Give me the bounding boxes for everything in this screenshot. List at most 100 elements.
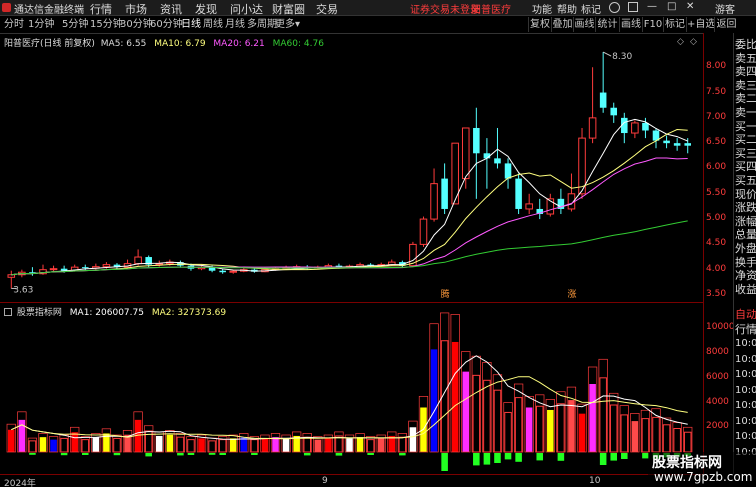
volume-down-segment bbox=[60, 453, 68, 456]
event-mark-left[interactable]: 腾 bbox=[441, 288, 450, 300]
candle-body bbox=[7, 274, 16, 278]
period-multi[interactable]: 多周期 bbox=[247, 17, 277, 32]
tick-time: 10:06 bbox=[735, 353, 756, 365]
volume-down-segment bbox=[29, 453, 36, 455]
app-logo-icon bbox=[2, 3, 11, 12]
volume-bar-body bbox=[641, 418, 650, 453]
candle-body bbox=[673, 143, 681, 146]
volume-bar-body bbox=[356, 437, 364, 452]
minimize-icon[interactable]: — bbox=[647, 1, 657, 12]
volume-bar bbox=[175, 433, 186, 456]
volume-bar-body bbox=[282, 438, 290, 452]
volume-tick: 6000 bbox=[706, 371, 729, 382]
period-monthly[interactable]: 月线 bbox=[225, 17, 245, 32]
price-tick: 6.50 bbox=[706, 137, 727, 148]
tool-tongji[interactable]: 统计 bbox=[595, 17, 619, 32]
menu-caifuquan[interactable]: 财富圈 bbox=[272, 1, 305, 17]
candle bbox=[621, 112, 628, 144]
volume-bar-body bbox=[8, 429, 15, 452]
watermark: 股票指标网 www.7gpzb.com bbox=[648, 452, 756, 486]
menu-wenxiaoda[interactable]: 问小达 bbox=[230, 1, 263, 17]
login-status[interactable]: 证券交易未登录 bbox=[410, 1, 480, 16]
tool-biaoji[interactable]: 标记 bbox=[663, 17, 686, 32]
candle-body bbox=[525, 203, 533, 210]
volume-bar bbox=[556, 391, 566, 461]
volume-down-segment bbox=[483, 453, 491, 465]
volume-down-segment bbox=[536, 453, 544, 461]
price-tick: 4.00 bbox=[706, 263, 727, 274]
price-tick: 6.00 bbox=[706, 162, 727, 173]
watermark-title: 股票指标网 bbox=[652, 455, 722, 471]
user-icon[interactable] bbox=[609, 2, 620, 13]
period-more-arrow-icon[interactable]: ▾ bbox=[295, 17, 300, 32]
candle bbox=[610, 102, 618, 123]
volume-down-segment bbox=[557, 453, 565, 461]
period-5min[interactable]: 5分钟 bbox=[62, 17, 88, 32]
menu-gongneng[interactable]: 功能 bbox=[532, 1, 552, 16]
volume-bar-body bbox=[28, 440, 37, 453]
volume-bar bbox=[91, 433, 101, 453]
period-more[interactable]: 更多 bbox=[275, 17, 295, 32]
guest-label[interactable]: 游客 bbox=[715, 1, 735, 16]
volume-bar bbox=[260, 434, 270, 453]
candle-body bbox=[515, 178, 522, 209]
candle-body bbox=[588, 117, 597, 139]
menu-biaoji[interactable]: 标记 bbox=[581, 1, 601, 16]
tool-back[interactable]: 返回 bbox=[714, 17, 738, 32]
volume-down-segment bbox=[441, 453, 448, 471]
date-label-2024: 2024年 bbox=[4, 479, 36, 487]
quote-tab-label[interactable]: 行情 bbox=[735, 321, 756, 337]
candle-body bbox=[684, 143, 691, 146]
tick-time: 10:06 bbox=[735, 415, 756, 427]
ma5-line bbox=[11, 118, 688, 276]
tool-huaxian[interactable]: 画线 bbox=[573, 17, 595, 32]
menu-jiaoyi[interactable]: 交易 bbox=[316, 1, 338, 17]
menu-faxian[interactable]: 发现 bbox=[195, 1, 217, 17]
tool-f10[interactable]: F10 bbox=[642, 17, 663, 32]
tool-huaxian-2[interactable]: 画线 bbox=[619, 17, 642, 32]
volume-tick: 8000 bbox=[706, 347, 729, 358]
volume-bar bbox=[461, 351, 471, 453]
volume-down-segment bbox=[335, 453, 343, 456]
volume-down-segment bbox=[621, 453, 628, 459]
volume-bar-body bbox=[113, 437, 121, 453]
menu-shichang[interactable]: 市场 bbox=[125, 1, 147, 17]
volume-bar bbox=[48, 436, 59, 453]
menu-zixun[interactable]: 资讯 bbox=[160, 1, 182, 17]
volume-bar bbox=[144, 425, 154, 457]
period-toolbar: 分时 1分钟 5分钟 15分钟 30分钟 60分钟 日线 周线 月线 多周期 更… bbox=[0, 17, 756, 33]
top-menu-bar: 通达信金融终端 行情 市场 资讯 发现 问小达 财富圈 交易 证券交易未登录 阳… bbox=[0, 0, 756, 16]
volume-bar bbox=[630, 413, 640, 453]
volume-bar-body bbox=[472, 374, 481, 453]
volume-bar-body bbox=[303, 436, 311, 453]
message-icon[interactable] bbox=[628, 2, 638, 12]
volume-bar bbox=[239, 433, 249, 453]
period-weekly[interactable]: 周线 bbox=[203, 17, 223, 32]
period-15min[interactable]: 15分钟 bbox=[90, 17, 123, 32]
period-fenshi[interactable]: 分时 bbox=[4, 17, 24, 32]
period-30min[interactable]: 30分钟 bbox=[120, 17, 153, 32]
candle bbox=[673, 138, 681, 151]
menu-hangqing[interactable]: 行情 bbox=[90, 1, 112, 17]
period-daily[interactable]: 日线 bbox=[181, 17, 201, 32]
volume-bar bbox=[70, 426, 80, 453]
tool-diejia[interactable]: 叠加 bbox=[551, 17, 573, 32]
period-60min[interactable]: 60分钟 bbox=[150, 17, 183, 32]
volume-bar bbox=[513, 383, 524, 462]
close-icon[interactable]: ✕ bbox=[686, 1, 694, 12]
period-1min[interactable]: 1分钟 bbox=[28, 17, 54, 32]
price-tick: 3.50 bbox=[706, 289, 727, 299]
low-price-label: 3.63 bbox=[13, 285, 33, 295]
volume-bar-body bbox=[483, 379, 491, 453]
auto-label[interactable]: 自动 bbox=[735, 306, 756, 322]
tool-add-watchlist[interactable]: +自选 bbox=[686, 17, 715, 32]
tool-fuquan[interactable]: 复权 bbox=[528, 17, 551, 32]
volume-tick: 10000 bbox=[706, 322, 735, 333]
menu-bangzhu[interactable]: 帮助 bbox=[557, 1, 577, 16]
maximize-icon[interactable]: □ bbox=[667, 1, 676, 12]
tick-time: 10:06 bbox=[735, 338, 756, 349]
candle-body bbox=[155, 263, 164, 266]
candle bbox=[494, 127, 501, 169]
candle bbox=[441, 163, 448, 215]
event-mark-right[interactable]: 涨 bbox=[567, 289, 576, 300]
